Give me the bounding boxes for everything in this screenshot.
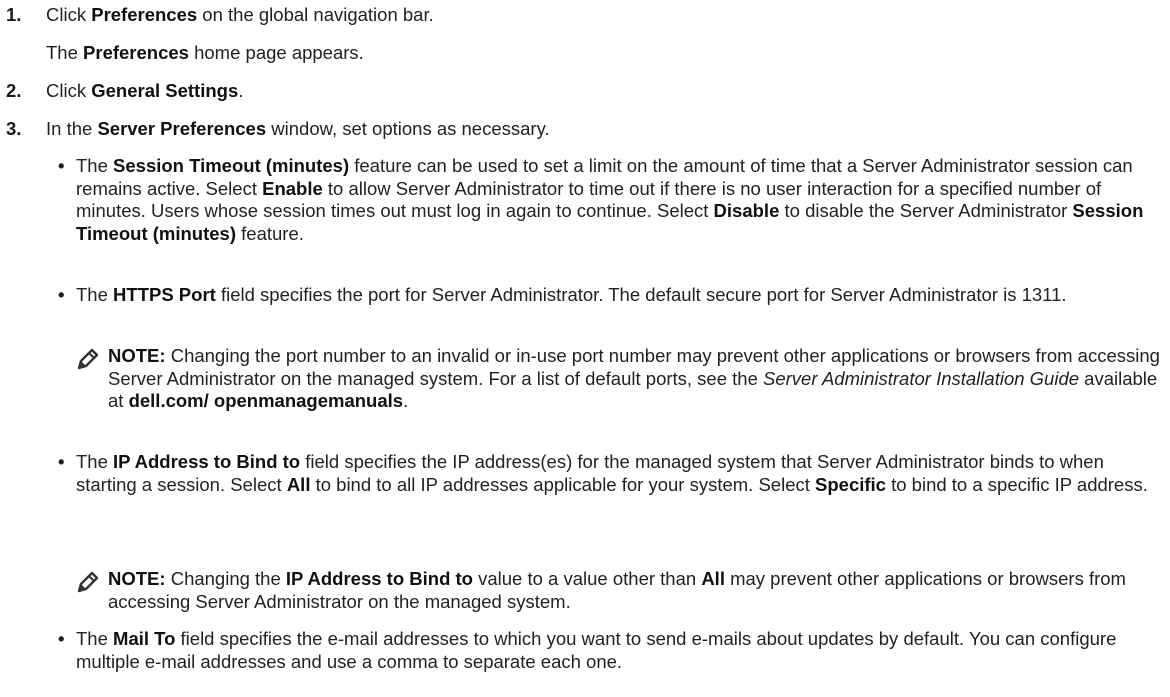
step-text: Click General Settings. <box>46 80 244 101</box>
bullet-ip-address: • The IP Address to Bind to field specif… <box>58 451 1148 495</box>
bullet-https-port: • The HTTPS Port field specifies the por… <box>58 284 1067 305</box>
step-text: Click Preferences on the global navigati… <box>46 4 434 25</box>
step-number: 2. <box>6 80 22 101</box>
bullet-mail-to: • The Mail To field specifies the e-mail… <box>58 628 1117 672</box>
pencil-note-icon <box>77 571 99 593</box>
ui-term: IP Address to Bind to <box>285 568 473 589</box>
ui-term: Preferences <box>83 42 189 63</box>
bullet-marker: • <box>58 155 65 176</box>
ui-term: Disable <box>713 200 780 221</box>
bullet-session-timeout: • The Session Timeout (minutes) feature … <box>58 155 1144 244</box>
step-text: In the Server Preferences window, set op… <box>46 118 550 139</box>
ui-term: IP Address to Bind to <box>113 451 301 472</box>
ui-term: General Settings <box>91 80 239 101</box>
manuals-link[interactable]: dell.com/ openmanagemanuals <box>129 390 404 411</box>
ui-term: All <box>286 473 311 495</box>
step-number: 3. <box>6 118 22 139</box>
ui-term: Enable <box>262 177 323 199</box>
bullet-marker: • <box>58 284 65 305</box>
ui-term: All <box>701 568 725 589</box>
note-label: NOTE: <box>108 568 166 589</box>
ui-term: Mail To <box>113 628 176 649</box>
note-port-change: NOTE: Changing the port number to an inv… <box>77 345 1168 413</box>
ui-term: HTTPS Port <box>113 284 216 305</box>
note-ip-change: NOTE: Changing the IP Address to Bind to… <box>77 568 1168 613</box>
bullet-marker: • <box>58 451 65 472</box>
ui-term: Server Preferences <box>97 118 267 139</box>
ui-term: Preferences <box>91 4 198 25</box>
pencil-note-icon <box>77 348 99 370</box>
guide-title: Server Administrator Installation Guide <box>763 367 1080 389</box>
ui-term: Session Timeout (minutes) <box>113 155 350 176</box>
step-number: 1. <box>6 4 22 25</box>
note-label: NOTE: <box>108 345 166 366</box>
step-1-result: The Preferences home page appears. <box>46 42 364 63</box>
ui-term: Specific <box>815 473 886 495</box>
document-page: 1. Click Preferences on the global navig… <box>0 0 1170 697</box>
bullet-marker: • <box>58 628 65 649</box>
